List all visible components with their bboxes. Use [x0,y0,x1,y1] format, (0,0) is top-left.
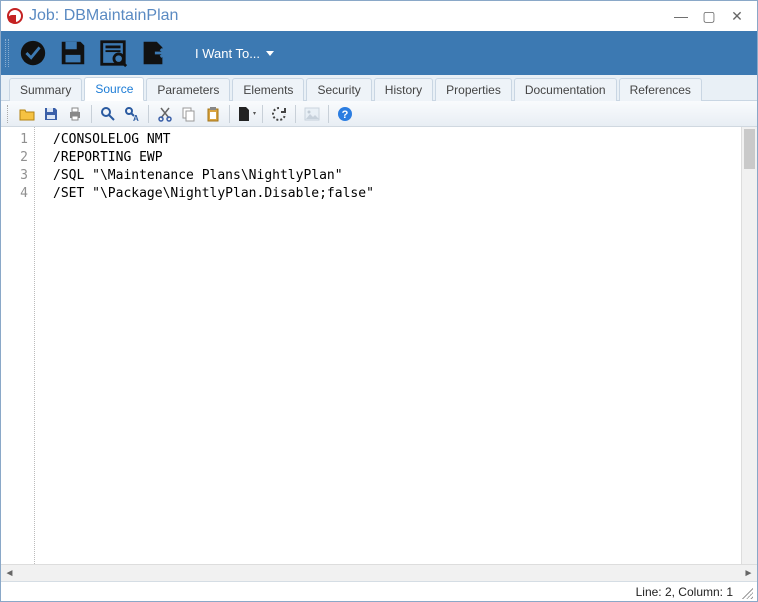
editor-toolbar: A ▾ ? [1,101,757,127]
source-editor: 1 2 3 4 /CONSOLELOG NMT /REPORTING EWP /… [1,127,757,601]
line-number: 2 [1,149,28,167]
svg-text:?: ? [342,109,349,121]
line-gutter: 1 2 3 4 [1,127,35,564]
minimize-button[interactable]: — [667,5,695,27]
find-replace-icon[interactable]: A [122,104,142,124]
line-number: 3 [1,167,28,185]
line-number: 4 [1,185,28,203]
tab-elements[interactable]: Elements [232,78,304,101]
tab-history[interactable]: History [374,78,433,101]
save-icon[interactable] [41,104,61,124]
editor-toolbar-grip [7,105,11,123]
chevron-down-icon [266,51,274,56]
preview-button[interactable] [95,35,131,71]
code-line: /SET "\Package\NightlyPlan.Disable;false… [53,186,374,201]
i-want-to-label: I Want To... [195,46,260,61]
new-doc-icon[interactable]: ▾ [236,104,256,124]
tab-security[interactable]: Security [306,78,371,101]
code-line: /CONSOLELOG NMT [53,132,170,147]
i-want-to-menu[interactable]: I Want To... [183,46,286,61]
titlebar: Job: DBMaintainPlan — ▢ ✕ [1,1,757,31]
tab-references[interactable]: References [619,78,702,101]
paste-icon[interactable] [203,104,223,124]
scroll-left-icon[interactable]: ◄ [1,565,18,581]
close-button[interactable]: ✕ [723,5,751,27]
scroll-thumb[interactable] [744,129,755,169]
statusbar: Line: 2, Column: 1 [1,581,757,601]
image-icon[interactable] [302,104,322,124]
open-icon[interactable] [17,104,37,124]
refresh-icon[interactable] [269,104,289,124]
horizontal-scrollbar[interactable]: ◄ ► [1,564,757,581]
cursor-position: Line: 2, Column: 1 [636,585,733,599]
save-button[interactable] [55,35,91,71]
tab-parameters[interactable]: Parameters [146,78,230,101]
window-title: Job: DBMaintainPlan [29,7,178,25]
confirm-button[interactable] [15,35,51,71]
tab-documentation[interactable]: Documentation [514,78,617,101]
code-line: /SQL "\Maintenance Plans\NightlyPlan" [53,168,343,183]
line-number: 1 [1,131,28,149]
code-area[interactable]: /CONSOLELOG NMT /REPORTING EWP /SQL "\Ma… [35,127,757,564]
tabs-row: Summary Source Parameters Elements Secur… [1,75,757,101]
tab-summary[interactable]: Summary [9,78,82,101]
code-line: /REPORTING EWP [53,150,163,165]
maximize-button[interactable]: ▢ [695,5,723,27]
resize-grip-icon[interactable] [739,585,753,599]
app-icon [7,8,23,24]
copy-icon[interactable] [179,104,199,124]
main-toolbar: I Want To... [1,31,757,75]
cut-icon[interactable] [155,104,175,124]
print-icon[interactable] [65,104,85,124]
help-icon[interactable]: ? [335,104,355,124]
tab-properties[interactable]: Properties [435,78,512,101]
svg-text:A: A [133,114,139,122]
tab-source[interactable]: Source [84,77,144,101]
toolbar-grip [5,39,9,67]
scroll-right-icon[interactable]: ► [740,565,757,581]
vertical-scrollbar[interactable] [741,127,757,564]
find-icon[interactable] [98,104,118,124]
export-button[interactable] [135,35,171,71]
